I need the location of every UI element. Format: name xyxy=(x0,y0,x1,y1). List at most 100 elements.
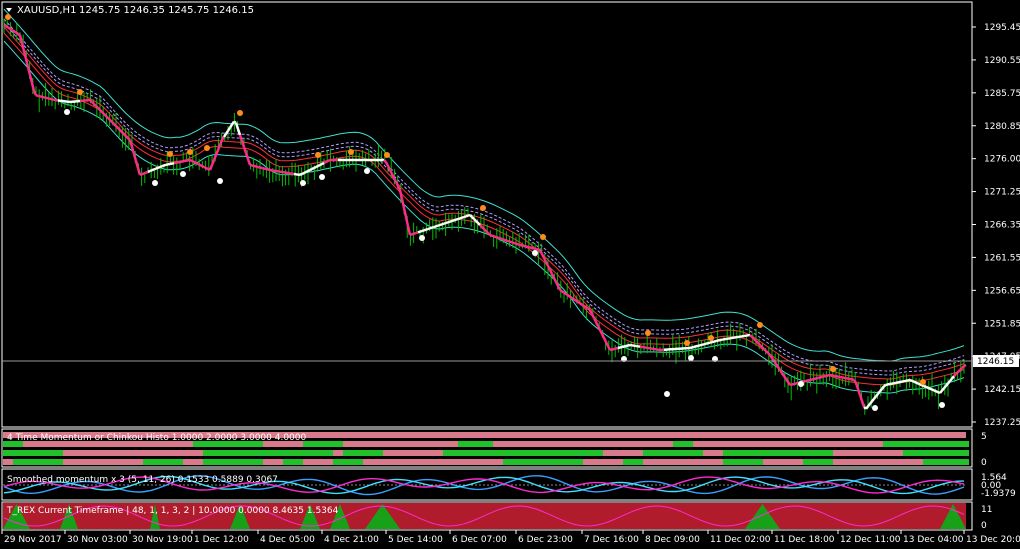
band-upper-dashed-2 xyxy=(3,22,965,376)
trend-segment xyxy=(767,352,771,356)
trend-segment xyxy=(220,136,226,141)
trend-segment xyxy=(947,380,951,385)
trend-segment xyxy=(939,389,943,394)
trend-segment xyxy=(249,163,253,167)
triangle-down-icon[interactable] xyxy=(6,8,12,12)
time-tick-label: 6 Dec 23:00 xyxy=(518,535,573,545)
trend-segment xyxy=(451,219,455,223)
trading-chart[interactable]: XAUUSD,H1 1245.75 1246.35 1245.75 1246.1… xyxy=(0,0,1020,549)
band-upper-dashed xyxy=(3,18,965,372)
trend-segment xyxy=(195,161,199,166)
trend-segment xyxy=(865,405,869,410)
trend-segment xyxy=(776,366,782,371)
trend-segment xyxy=(552,277,558,283)
histogram-green-segment xyxy=(443,450,603,456)
trend-segment xyxy=(489,233,493,237)
orange-signal-dot xyxy=(830,366,836,372)
price-tick-label: 1261.55 xyxy=(984,253,1020,263)
trend-segment xyxy=(827,373,831,377)
trend-segment xyxy=(323,160,327,165)
trend-segment xyxy=(301,171,305,176)
trend-segment xyxy=(915,381,919,385)
trend-segment xyxy=(246,158,252,166)
trend-segment xyxy=(815,376,819,380)
trend-segment xyxy=(567,294,571,298)
histogram-green-segment xyxy=(203,459,263,465)
white-signal-dot xyxy=(364,168,370,174)
trend-segment xyxy=(609,348,613,352)
trend-segment xyxy=(505,239,509,243)
trend-segment xyxy=(45,96,49,100)
trend-segment xyxy=(515,242,519,246)
orange-signal-dot xyxy=(684,340,690,346)
trend-segment xyxy=(465,214,469,218)
trend-segment xyxy=(913,380,917,384)
trend-segment xyxy=(717,338,721,342)
trend-segment xyxy=(473,218,477,222)
trend-segment xyxy=(573,298,577,302)
trend-segment xyxy=(604,341,610,347)
trend-segment xyxy=(625,344,629,348)
trend-segment xyxy=(107,117,111,121)
trend-segment xyxy=(909,378,913,383)
price-tick-label: 1251.85 xyxy=(984,319,1020,329)
trend-segment xyxy=(313,165,317,170)
trend-segment xyxy=(786,381,792,386)
time-tick-label: 6 Dec 07:00 xyxy=(452,535,507,545)
trend-segment xyxy=(461,215,465,219)
trend-segment xyxy=(101,111,105,115)
histogram-green-segment xyxy=(303,441,343,447)
trend-segment xyxy=(321,161,325,166)
time-tick-label: 30 Nov 03:00 xyxy=(67,535,128,545)
trend-segment xyxy=(265,167,269,171)
trend-segment xyxy=(509,240,513,244)
trend-segment xyxy=(115,125,119,129)
price-tick-label: 1266.35 xyxy=(984,221,1020,231)
trend-segment xyxy=(931,388,935,392)
trend-segment xyxy=(935,390,939,394)
trend-segment xyxy=(768,354,774,359)
trend-segment xyxy=(499,237,503,241)
trend-segment xyxy=(47,97,51,101)
trend-segment xyxy=(419,229,423,233)
trend-segment xyxy=(715,339,719,343)
trend-segment xyxy=(485,230,489,234)
current-price-label: 1246.15 xyxy=(977,357,1014,367)
trend-segment xyxy=(121,131,125,135)
trend-segment xyxy=(791,382,795,386)
trend-segment xyxy=(406,225,412,236)
orange-signal-dot xyxy=(167,151,173,157)
main-chart-plot[interactable] xyxy=(3,8,967,415)
trend-segment xyxy=(447,220,451,224)
trend-segment xyxy=(807,378,811,382)
trend-segment xyxy=(423,228,427,232)
trend-segment xyxy=(134,160,140,169)
trend-segment xyxy=(507,239,511,243)
trend-segment xyxy=(443,221,447,225)
trend-segment xyxy=(303,170,307,175)
trend-segment xyxy=(556,285,562,291)
trend-segment xyxy=(475,220,479,224)
trend-segment xyxy=(957,369,961,373)
trend-segment xyxy=(763,348,767,352)
trend-segment xyxy=(469,214,473,218)
orange-signal-dot xyxy=(315,152,321,158)
histogram-green-segment xyxy=(458,441,493,447)
white-signal-dot xyxy=(688,355,694,361)
price-tick-label: 1237.25 xyxy=(984,418,1020,428)
time-tick-label: 1 Dec 12:00 xyxy=(194,535,249,545)
time-tick-label: 4 Dec 21:00 xyxy=(324,535,379,545)
trend-segment xyxy=(253,164,257,168)
trend-segment xyxy=(598,329,604,335)
trend-segment xyxy=(203,165,207,170)
trend-segment xyxy=(317,163,321,168)
trend-segment xyxy=(409,233,413,237)
trend-segment xyxy=(795,381,799,385)
trend-segment xyxy=(159,165,163,169)
time-tick-label: 12 Dec 11:00 xyxy=(840,535,901,545)
trend-segment xyxy=(619,345,623,349)
trend-segment xyxy=(261,166,265,170)
trend-segment xyxy=(803,379,807,383)
trend-segment xyxy=(453,218,457,222)
white-signal-dot xyxy=(939,402,945,408)
